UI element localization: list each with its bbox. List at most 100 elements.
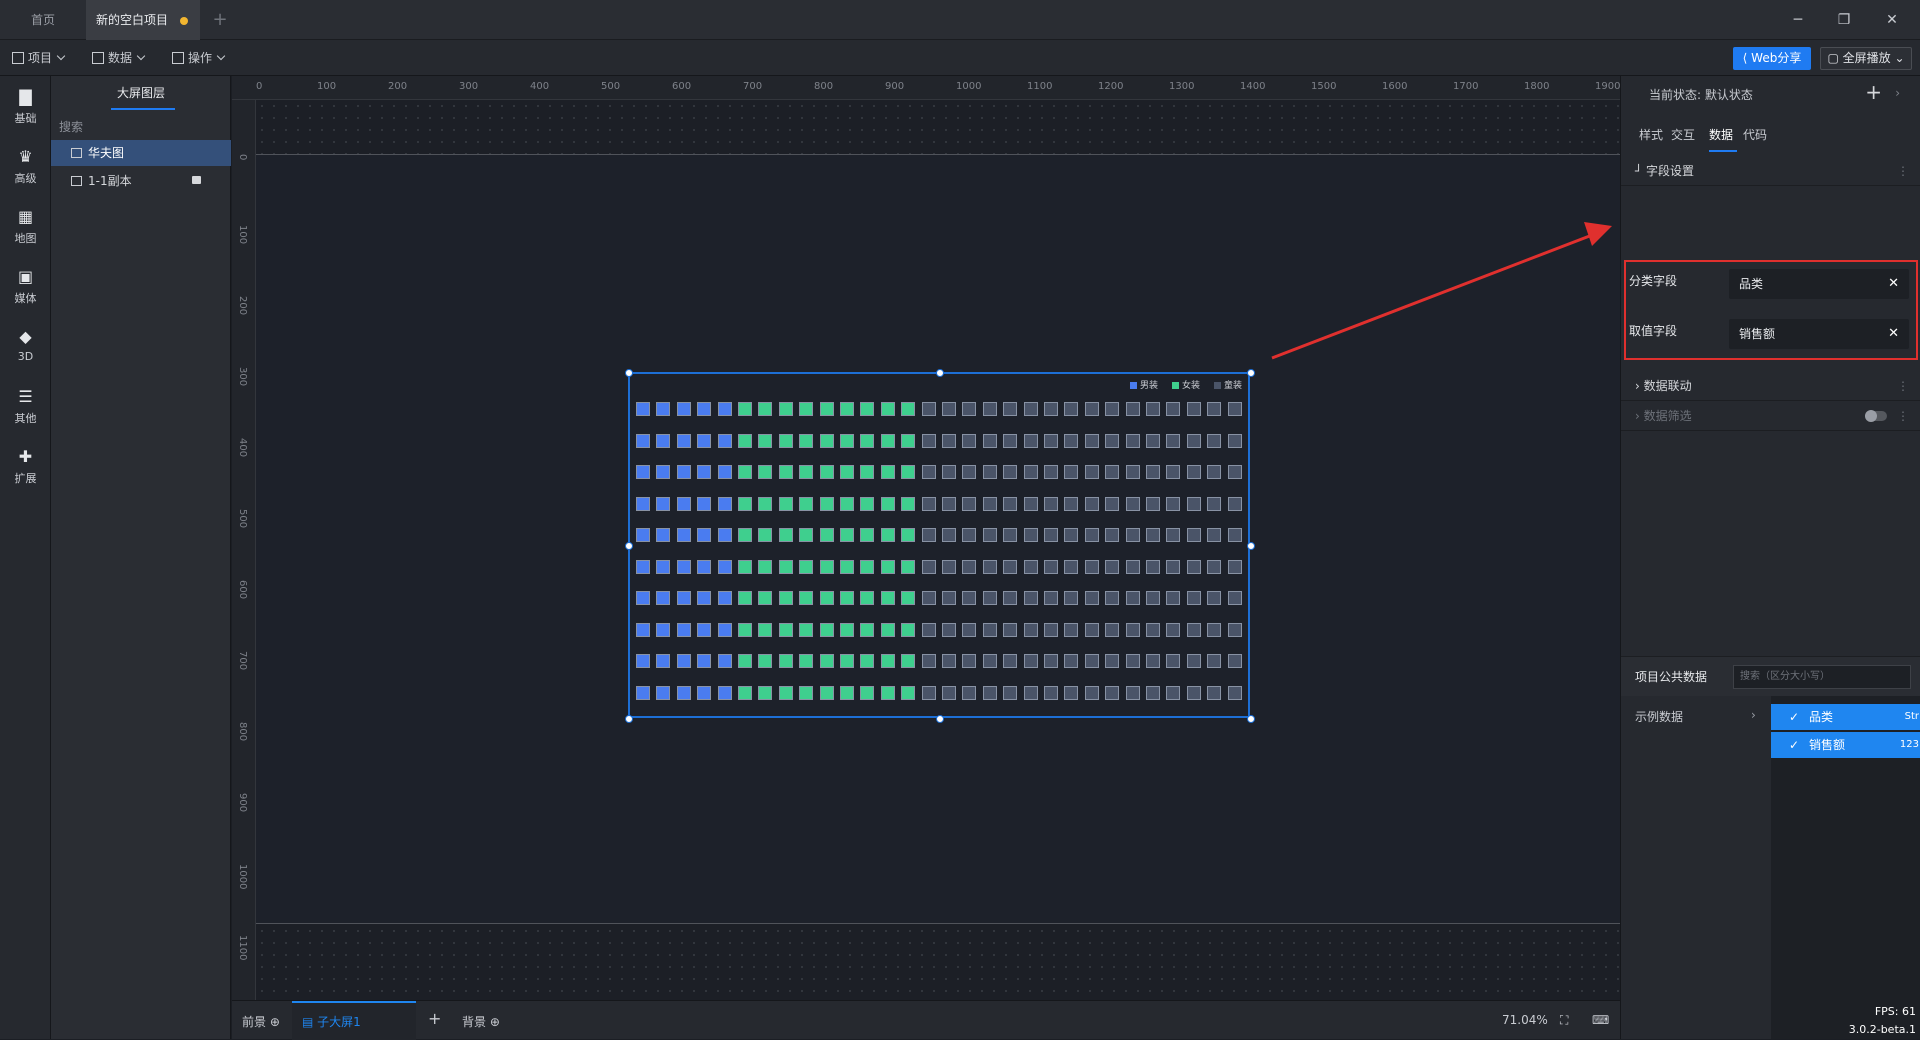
waffle-cell [921, 528, 936, 542]
waffle-cell [1064, 528, 1079, 542]
more-icon[interactable]: ⋮ [1897, 371, 1909, 401]
keyboard-icon[interactable]: ⌨ [1592, 1013, 1609, 1027]
add-circle-icon[interactable]: ⊕ [490, 1015, 500, 1029]
web-share-label: Web分享 [1751, 51, 1802, 65]
resize-handle[interactable] [625, 542, 633, 550]
add-state-button[interactable]: + [1865, 80, 1882, 104]
waffle-cell [717, 559, 732, 574]
value-field-select[interactable]: 销售额 ✕ [1729, 319, 1909, 349]
ruler-tick-label: 600 [237, 580, 248, 600]
public-data-search[interactable]: 搜索（区分大小写） [1733, 665, 1911, 689]
foreground-tab[interactable]: 前景 ⊕ [242, 1013, 280, 1030]
legend-item[interactable]: 女装 [1171, 381, 1200, 391]
legend-item[interactable]: 男装 [1129, 381, 1158, 391]
waffle-cell [1186, 559, 1201, 574]
waffle-cell [738, 496, 752, 511]
more-icon[interactable]: ⋮ [1897, 156, 1909, 186]
layer-search-input[interactable]: 搜索 [59, 116, 219, 138]
section-data-link[interactable]: › 数据联动 ⋮ [1621, 371, 1920, 401]
waffle-cell [758, 622, 773, 637]
menu-project[interactable]: 项目 [6, 40, 70, 76]
chevron-right-icon[interactable]: › [1751, 708, 1756, 722]
nav-puzzle[interactable]: ✚ 扩展 [0, 440, 51, 496]
background-tab[interactable]: 背景 ⊕ [462, 1013, 500, 1030]
fullscreen-button[interactable]: ▢ 全屏播放 ⌄ [1820, 47, 1912, 70]
minimize-button[interactable]: ─ [1786, 8, 1810, 32]
waffle-cell [1146, 591, 1160, 605]
resize-handle[interactable] [625, 715, 633, 723]
nav-cube[interactable]: ◆ 3D [0, 320, 51, 376]
waffle-cell [717, 528, 732, 542]
tab-interaction[interactable]: 交互 [1671, 126, 1695, 143]
layer-item[interactable]: 华夫图 [51, 140, 231, 166]
add-screen-button[interactable]: + [428, 1009, 441, 1028]
ruler-tick-label: 500 [237, 509, 248, 529]
nav-crown[interactable]: ♛ 高级 [0, 140, 51, 196]
legend-item[interactable]: 童装 [1213, 381, 1242, 391]
lock-icon[interactable] [192, 176, 201, 184]
resize-handle[interactable] [625, 369, 633, 377]
field-item[interactable]: ✓ 品类 Str [1771, 704, 1920, 730]
waffle-cell [840, 496, 854, 511]
layer-item[interactable]: 1-1副本 [51, 168, 231, 194]
waffle-cell [656, 496, 671, 511]
clear-icon[interactable]: ✕ [1888, 269, 1899, 299]
waffle-cell [799, 622, 814, 637]
ruler-left[interactable]: 0 100 200 300 400 500 600 700 800 900 1000 1100 [232, 100, 256, 1000]
tab-style[interactable]: 样式 [1639, 126, 1663, 143]
tab-code[interactable]: 代码 [1743, 126, 1767, 143]
waffle-cell [1227, 465, 1242, 479]
waffle-cell [860, 622, 875, 637]
restore-button[interactable]: ❐ [1832, 8, 1856, 32]
nav-camera[interactable]: ▣ 媒体 [0, 260, 51, 316]
field-type: 123 [1899, 739, 1919, 750]
ruler-top[interactable]: 0 100 200 300 400 500 600 700 800 900 1000 1100 1200… [232, 76, 1620, 100]
add-tab-button[interactable]: + [210, 0, 230, 40]
editor-canvas[interactable]: 0 100 200 300 400 500 600 700 800 900 1000 1100 1200… [232, 76, 1620, 1000]
nav-map[interactable]: ▦ 地图 [0, 200, 51, 256]
web-share-button[interactable]: ⟨ Web分享 [1733, 47, 1811, 70]
menu-data[interactable]: 数据 [86, 40, 150, 76]
more-icon[interactable]: ⋮ [1897, 401, 1909, 431]
waffle-cell [1125, 559, 1140, 574]
tab-data[interactable]: 数据 [1709, 126, 1733, 143]
waffle-cell [880, 496, 895, 511]
filter-toggle[interactable] [1865, 410, 1887, 422]
add-circle-icon[interactable]: ⊕ [270, 1015, 280, 1029]
resize-handle[interactable] [1247, 715, 1255, 723]
section-data-filter[interactable]: › 数据筛选 ⋮ [1621, 401, 1920, 431]
waffle-cell [921, 591, 936, 605]
nav-bar-chart[interactable]: ▇ 基础 [0, 80, 51, 136]
ruler-tick-label: 300 [459, 81, 479, 92]
waffle-cell [921, 685, 936, 700]
waffle-cell [921, 465, 936, 479]
zoom-level[interactable]: 71.04% [1502, 1013, 1548, 1027]
waffle-cell [982, 528, 997, 542]
clear-icon[interactable]: ✕ [1888, 319, 1899, 349]
waffle-cell [1105, 528, 1120, 542]
chevron-right-icon[interactable]: › [1895, 86, 1900, 100]
dataset-item[interactable]: 示例数据 [1635, 708, 1683, 725]
waffle-cell [1207, 402, 1222, 416]
layers-title[interactable]: 大屏图层 [51, 76, 231, 112]
waffle-cell [942, 496, 956, 511]
field-item[interactable]: ✓ 销售额 123 [1771, 732, 1920, 758]
waffle-chart-widget[interactable]: 男装 女装 童装 [625, 369, 1255, 723]
section-field-settings[interactable]: ┘ 字段设置 ⋮ [1621, 156, 1920, 186]
sub-screen-tab[interactable]: ▤ 子大屏1 [302, 1013, 361, 1030]
waffle-cell [656, 433, 671, 448]
waffle-cell [636, 559, 650, 574]
fit-screen-icon[interactable]: ⛶ [1560, 1013, 1568, 1028]
ruler-tick-label: 700 [237, 651, 248, 671]
resize-handle[interactable] [1247, 369, 1255, 377]
nav-list[interactable]: ☰ 其他 [0, 380, 51, 436]
waffle-cell [901, 559, 916, 574]
category-field-select[interactable]: 品类 ✕ [1729, 269, 1909, 299]
resize-handle[interactable] [936, 369, 944, 377]
close-button[interactable]: ✕ [1880, 8, 1904, 32]
waffle-cell [880, 402, 895, 416]
resize-handle[interactable] [1247, 542, 1255, 550]
resize-handle[interactable] [936, 715, 944, 723]
menu-operate[interactable]: 操作 [166, 40, 230, 76]
tab-home[interactable]: 首页 [0, 0, 86, 40]
